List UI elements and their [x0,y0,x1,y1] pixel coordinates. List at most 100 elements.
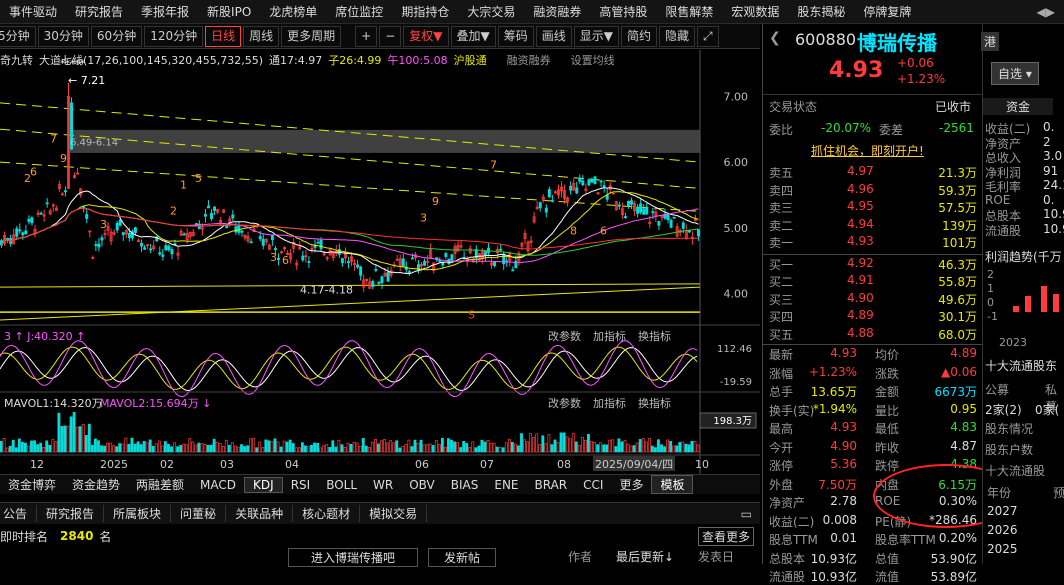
indicator-tab-9[interactable]: BIAS [443,478,487,492]
indicator-tab-1[interactable]: 资金趋势 [64,476,128,493]
period-2[interactable]: 60分钟 [90,25,143,47]
holder-info-1[interactable]: 股东户数 [985,441,1033,458]
indicator-tab-8[interactable]: OBV [401,478,443,492]
expand-icon[interactable]: ⤢ [697,25,719,47]
toolbar-btn-0[interactable]: + [355,25,378,47]
volume-bar [532,437,536,453]
rzrq-label[interactable]: 融资融券 [507,52,551,68]
indicator-tab-12[interactable]: CCI [575,478,611,492]
toolbar-btn-1[interactable]: − [379,25,402,47]
menu-item-0[interactable]: 事件驱动 [0,3,66,20]
volume-bar [583,439,587,453]
volume-bar [200,443,204,453]
toolbar-btn-8[interactable]: 隐藏 [659,25,696,47]
info-tab-4[interactable]: 关联品种 [226,505,294,522]
candle-body [170,249,174,255]
menu-item-4[interactable]: 龙虎榜单 [260,3,326,20]
hk-tag[interactable]: 港 [981,32,1000,51]
volume-bar [173,442,176,453]
indicator-tab-2[interactable]: 两融差额 [128,476,192,493]
menu-item-11[interactable]: 宏观数据 [722,3,788,20]
bid-price: 4.90 [847,290,874,305]
profit-bar [1053,294,1059,312]
enter-forum-button[interactable]: 进入博瑞传播吧 [288,548,418,567]
indicator-tab-5[interactable]: RSI [283,478,319,492]
bid-row: 买二 4.91 55.8万 [763,273,983,290]
open-account-banner[interactable]: 抓住机会，即刻开户! [811,142,924,159]
mavol1-label: MAVOL1:14.320万 [4,397,103,410]
period-6[interactable]: 更多周期 [281,25,342,47]
period-3[interactable]: 120分钟 [144,25,204,47]
watchlist-select[interactable]: 自选 ▾ [991,62,1039,85]
menu-item-8[interactable]: 融资融券 [524,3,590,20]
indicator-tab-13[interactable]: 更多 [611,476,651,493]
weicha-label: 委差 [879,123,904,137]
period-1[interactable]: 30分钟 [37,25,89,47]
ma-setting[interactable]: 设置均线 [571,52,615,68]
indicator-tab-7[interactable]: WR [365,478,401,492]
period-5[interactable]: 周线 [243,25,280,47]
info-tab-6[interactable]: 模拟交易 [360,505,428,522]
indicator-tab-6[interactable]: BOLL [318,478,365,492]
volume-bar [395,440,399,453]
author-col[interactable]: 作者 [568,548,592,565]
candle-body [273,248,277,250]
publish-col[interactable]: 发表日 [698,548,734,565]
toolbar-btn-6[interactable]: 显示▼ [573,25,620,47]
menu-item-5[interactable]: 席位监控 [326,3,392,20]
indicator-tab-3[interactable]: MACD [192,478,244,492]
menu-item-13[interactable]: 停牌复牌 [854,3,920,20]
holder-info-2[interactable]: 十大流通股 [985,462,1045,479]
stat-label: 最高 [769,422,794,436]
menu-item-7[interactable]: 大宗交易 [458,3,524,20]
candle-body [599,180,603,183]
indicator-tab-10[interactable]: ENE [486,478,526,492]
stat-label: 总手 [769,385,794,399]
kline-chart[interactable]: 7.00 6.00 5.00 4.00 ← 7.21 6.49-6.14 4.17-4.18… [0,50,760,474]
collapse-icon[interactable]: ❮ [769,30,781,46]
menu-item-10[interactable]: 限售解禁 [656,3,722,20]
volume-bar [203,443,207,453]
period-0[interactable]: 5分钟 [0,25,36,47]
volume-bar [142,440,146,453]
info-tab-1[interactable]: 研究报告 [37,505,105,522]
volume-bar [383,438,386,453]
menu-item-3[interactable]: 新股IPO [198,3,260,20]
toolbar-btn-3[interactable]: 叠加▼ [450,25,496,47]
menu-item-12[interactable]: 股东揭秘 [788,3,854,20]
menu-scroll-icon[interactable]: ◀▶ [1028,5,1064,19]
year-header: 年份 [987,486,1012,500]
bid-volume: 68.0万 [938,327,977,342]
indicator-tab-14[interactable]: 模板 [651,475,694,494]
hugutong-label[interactable]: 沪股通 [454,52,487,68]
toolbar-btn-7[interactable]: 简约 [621,25,658,47]
view-more-button[interactable]: 查看更多 [698,527,755,546]
menu-item-1[interactable]: 研究报告 [66,3,132,20]
menu-item-9[interactable]: 高管持股 [590,3,656,20]
toolbar-btn-5[interactable]: 画线 [535,25,572,47]
toolbar-btn-2[interactable]: 复权▼ [403,25,449,47]
toolbar-btn-4[interactable]: 筹码 [497,25,534,47]
volume-bar [316,442,320,453]
volume-bar [288,439,292,453]
info-tab-0[interactable]: 公告 [0,505,38,522]
update-col[interactable]: 最后更新↓ [616,548,674,565]
fund-tab[interactable]: 资金 [983,98,1053,115]
minimize-icon[interactable]: ▭ [741,507,752,521]
new-post-button[interactable]: 发新帖 [428,548,496,567]
trend-year: 2023 [999,336,1027,349]
indicator-tab-0[interactable]: 资金博弈 [0,476,64,493]
info-tab-2[interactable]: 所属板块 [104,505,172,522]
top10-title: 十大流通股东 [985,359,1058,373]
info-tab-5[interactable]: 核心题材 [293,505,361,522]
menu-item-6[interactable]: 期指持仓 [392,3,458,20]
volume-bar [486,440,490,453]
period-4[interactable]: 日线 [205,25,242,47]
indicator-tab-11[interactable]: BRAR [527,478,576,492]
ask-label: 卖四 [769,183,794,198]
volume-bar [307,446,310,453]
menu-item-2[interactable]: 季报年报 [132,3,198,20]
info-tab-3[interactable]: 问董秘 [171,505,227,522]
indicator-tab-4[interactable]: KDJ [244,476,283,493]
holder-info-0[interactable]: 股东情况 [985,420,1033,437]
